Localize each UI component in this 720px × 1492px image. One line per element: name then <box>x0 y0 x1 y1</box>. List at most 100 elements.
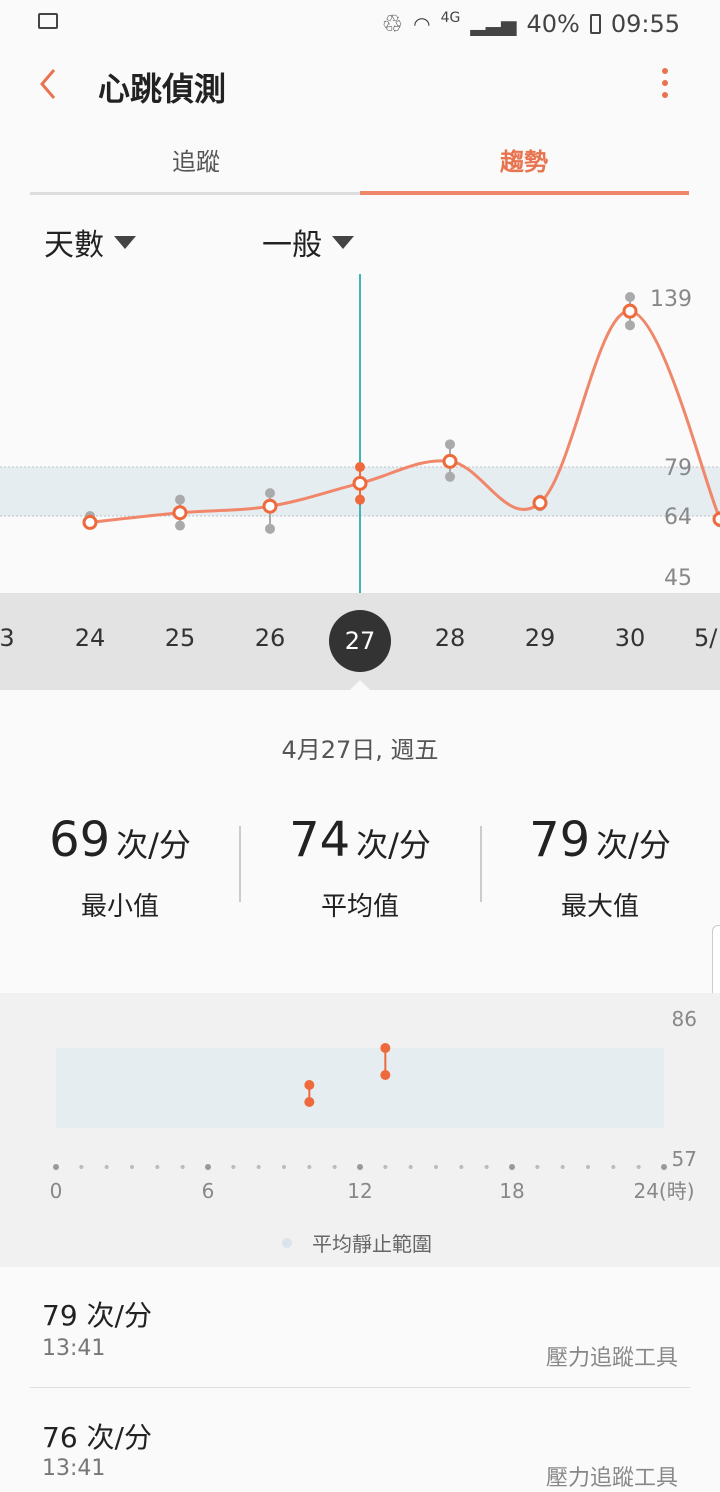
y-tick-label: 57 <box>672 1147 697 1171</box>
hour-tick <box>509 1164 515 1170</box>
legend-label: 平均靜止範圍 <box>312 1232 432 1256</box>
stat-min: 69 次/分 最小值 <box>0 812 240 923</box>
average-point[interactable] <box>622 303 638 319</box>
selection-pointer <box>348 680 372 692</box>
date-item[interactable]: 30 <box>605 624 655 652</box>
selected-date-label: 4月27日, 週五 <box>281 736 439 764</box>
hour-tick <box>282 1165 286 1169</box>
mode-dropdown-label: 一般 <box>262 228 322 263</box>
date-item[interactable]: 29 <box>515 624 565 652</box>
hour-tick <box>459 1165 464 1169</box>
y-tick-label: 79 <box>664 456 692 481</box>
hour-tick <box>130 1165 134 1169</box>
stat-average: 74 次/分 平均值 <box>240 812 480 923</box>
x-tick-label: 6 <box>202 1179 215 1203</box>
stat-label: 最大值 <box>560 892 639 922</box>
range-max-point <box>175 494 185 505</box>
dropdown-arrow-icon <box>114 235 136 249</box>
stat-value: 74 <box>289 812 351 868</box>
measurement-value[interactable]: 79 次/分 <box>42 1294 152 1334</box>
y-tick-label: 45 <box>664 566 692 591</box>
stat-label: 最小值 <box>80 892 159 922</box>
measurement-source: 壓力追蹤工具 <box>545 1346 678 1371</box>
network-type: 4G <box>440 10 461 26</box>
y-tick-label: 86 <box>672 1007 697 1031</box>
date-item[interactable]: 28 <box>425 624 475 652</box>
stat-unit: 次/分 <box>356 826 431 864</box>
average-point[interactable] <box>442 453 458 469</box>
hour-tick <box>560 1165 565 1169</box>
legend-swatch <box>282 1238 292 1248</box>
hour-tick <box>256 1165 261 1169</box>
hour-tick <box>661 1164 667 1170</box>
average-point[interactable] <box>82 514 98 530</box>
battery-level: 40% <box>526 10 580 38</box>
date-item[interactable]: 26 <box>245 624 295 652</box>
measurement-high-point <box>380 1043 391 1053</box>
hour-tick <box>611 1165 616 1169</box>
period-dropdown[interactable]: 天數 <box>44 220 136 264</box>
image-notification-icon <box>38 13 58 29</box>
hour-tick <box>307 1165 312 1169</box>
measurement-source: 壓力追蹤工具 <box>545 1466 678 1491</box>
stat-unit: 次/分 <box>596 826 671 864</box>
hour-tick <box>383 1165 388 1169</box>
tab-track[interactable]: 追蹤 <box>160 142 232 192</box>
y-tick-label: 64 <box>664 505 692 530</box>
stat-value: 69 <box>49 812 111 868</box>
hour-tick <box>332 1165 337 1169</box>
page-title: 心跳偵測 <box>98 70 227 108</box>
heart-rate-trend-chart[interactable]: 139 79 64 45 <box>0 260 720 600</box>
measurement-time: 13:41 <box>42 1336 106 1361</box>
date-item[interactable]: 5/ <box>694 624 720 652</box>
stat-unit: 次/分 <box>116 826 191 864</box>
period-dropdown-label: 天數 <box>44 228 104 263</box>
wifi-icon: ◠ <box>413 12 431 36</box>
y-tick-label: 139 <box>650 287 692 312</box>
stat-max: 79 次/分 最大值 <box>480 812 720 923</box>
battery-icon <box>589 14 601 34</box>
stat-value: 79 <box>529 812 591 868</box>
range-min-point <box>625 320 635 331</box>
hour-tick <box>104 1165 109 1169</box>
signal-icon: ▂▃▅ <box>470 12 517 36</box>
range-max-point <box>265 488 275 499</box>
average-point[interactable] <box>172 505 188 521</box>
hour-tick <box>180 1165 185 1169</box>
hour-tick <box>434 1165 438 1169</box>
measurement-low-point <box>304 1097 315 1107</box>
range-max-point <box>445 439 455 450</box>
x-tick-label: 18 <box>499 1179 524 1203</box>
range-min-point <box>265 523 275 534</box>
hour-tick <box>53 1164 59 1170</box>
measurement-value[interactable]: 76 次/分 <box>42 1416 152 1456</box>
x-tick-label: 12 <box>347 1179 372 1203</box>
hour-tick <box>408 1165 413 1169</box>
mode-dropdown[interactable]: 一般 <box>262 220 354 264</box>
date-item[interactable]: 24 <box>65 624 115 652</box>
date-item[interactable]: 3 <box>0 624 32 652</box>
tab-divider <box>30 192 360 195</box>
average-point[interactable] <box>262 498 278 514</box>
selected-date[interactable]: 27 <box>329 610 391 672</box>
range-max-point <box>355 462 365 472</box>
range-max-point <box>625 292 635 302</box>
dropdown-arrow-icon <box>332 235 354 249</box>
measurement-high-point <box>304 1080 315 1090</box>
date-item[interactable]: 25 <box>155 624 205 652</box>
hour-tick <box>636 1165 641 1169</box>
back-arrow-icon[interactable] <box>30 62 70 106</box>
hour-tick <box>155 1165 160 1169</box>
status-bar: ♲ ◠ 4G ▂▃▅ 40% 09:55 <box>0 0 720 48</box>
hour-tick <box>231 1165 236 1169</box>
more-vert-icon[interactable] <box>660 68 670 104</box>
measurement-low-point <box>380 1070 391 1080</box>
hour-tick <box>357 1164 363 1170</box>
average-point[interactable] <box>532 495 548 511</box>
hour-tick <box>205 1164 211 1170</box>
sync-icon: ♲ <box>381 10 404 38</box>
tab-trend[interactable]: 趨勢 <box>482 142 566 192</box>
x-tick-label: 0 <box>50 1179 63 1203</box>
average-point[interactable] <box>352 475 368 491</box>
average-point[interactable] <box>712 511 720 527</box>
